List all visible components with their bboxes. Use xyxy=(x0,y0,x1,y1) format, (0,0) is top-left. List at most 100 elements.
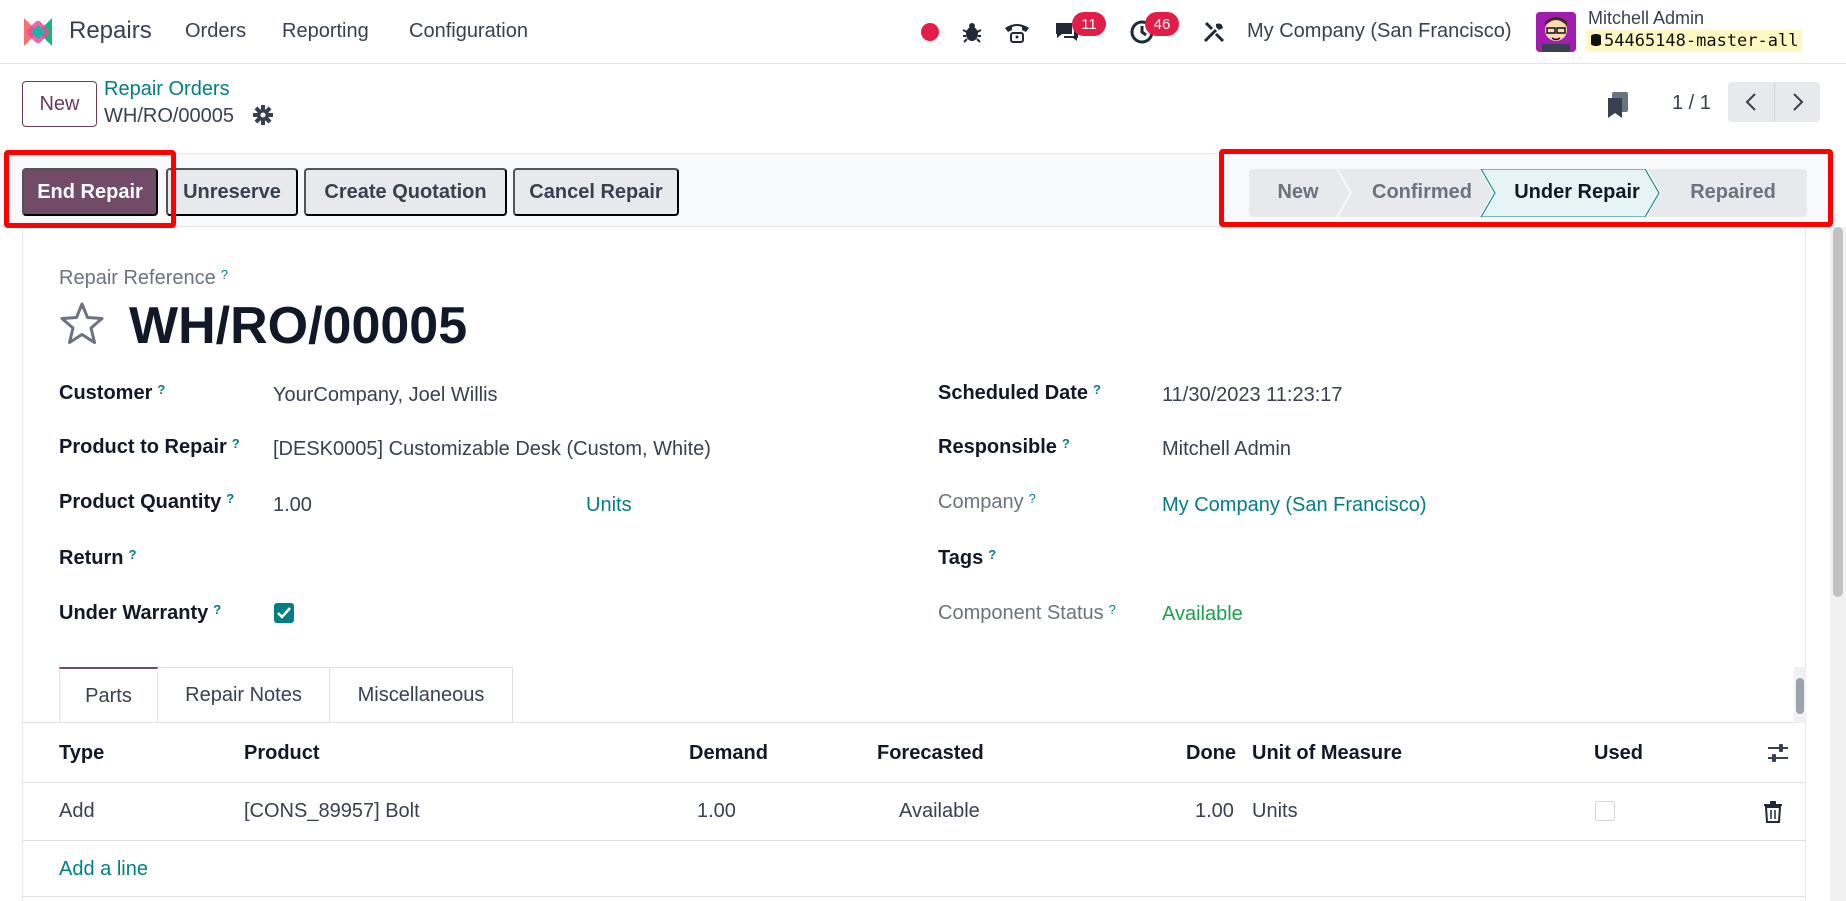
database-name-text: 54465148-master-all xyxy=(1604,31,1799,51)
column-demand[interactable]: Demand xyxy=(689,742,768,765)
help-tooltip-icon[interactable]: ? xyxy=(1109,602,1116,617)
tags-label-text: Tags xyxy=(938,547,984,569)
breadcrumb-repair-orders[interactable]: Repair Orders xyxy=(104,78,230,101)
recording-dot-icon[interactable] xyxy=(914,16,946,48)
stage-highlight xyxy=(1219,149,1833,227)
phone-icon[interactable] xyxy=(1001,16,1033,48)
new-record-button[interactable]: New xyxy=(22,81,97,127)
record-title: WH/RO/00005 xyxy=(129,297,468,355)
product-quantity-label: Product Quantity? xyxy=(59,491,234,514)
scheduled-date-label: Scheduled Date? xyxy=(938,382,1101,405)
header-divider xyxy=(22,782,1806,783)
tab-divider xyxy=(22,722,1806,723)
company-switcher[interactable]: My Company (San Francisco) xyxy=(1247,20,1512,43)
activity-count-badge: 46 xyxy=(1145,12,1179,36)
trash-icon[interactable] xyxy=(1763,801,1783,823)
component-status-label: Component Status? xyxy=(938,602,1116,625)
product-to-repair-field[interactable]: [DESK0005] Customizable Desk (Custom, Wh… xyxy=(273,438,711,461)
page-scrollbar-thumb[interactable] xyxy=(1833,227,1843,597)
product-quantity-label-text: Product Quantity xyxy=(59,491,222,513)
row-product[interactable]: [CONS_89957] Bolt xyxy=(244,800,420,823)
end-repair-highlight xyxy=(4,150,176,228)
product-to-repair-label-text: Product to Repair xyxy=(59,436,227,458)
column-done[interactable]: Done xyxy=(1186,742,1236,765)
under-warranty-checkbox[interactable] xyxy=(274,603,294,623)
product-uom-field[interactable]: Units xyxy=(586,494,632,517)
tab-miscellaneous[interactable]: Miscellaneous xyxy=(330,667,513,723)
column-product[interactable]: Product xyxy=(244,742,320,765)
pager-previous-button[interactable] xyxy=(1728,82,1774,122)
customer-label: Customer? xyxy=(59,382,165,405)
help-tooltip-icon[interactable]: ? xyxy=(988,547,996,562)
return-label: Return? xyxy=(59,547,136,570)
customer-field[interactable]: YourCompany, Joel Willis xyxy=(273,384,498,407)
menu-orders[interactable]: Orders xyxy=(185,20,246,43)
component-status-label-text: Component Status xyxy=(938,602,1104,624)
return-label-text: Return xyxy=(59,547,124,569)
breadcrumb-current-record: WH/RO/00005 xyxy=(104,105,235,127)
tags-label: Tags? xyxy=(938,547,996,570)
help-tooltip-icon[interactable]: ? xyxy=(157,382,165,397)
customer-label-text: Customer xyxy=(59,382,153,404)
row-divider xyxy=(22,840,1806,841)
table-bottom-divider xyxy=(22,896,1806,897)
debug-bug-icon[interactable] xyxy=(956,16,988,48)
column-unit-of-measure[interactable]: Unit of Measure xyxy=(1252,742,1402,765)
row-type[interactable]: Add xyxy=(59,800,95,823)
chatter-toggle-icon[interactable] xyxy=(1605,90,1631,120)
user-name[interactable]: Mitchell Admin xyxy=(1588,8,1704,29)
repair-reference-label: Repair Reference? xyxy=(59,267,228,290)
menu-reporting[interactable]: Reporting xyxy=(282,20,369,43)
responsible-field[interactable]: Mitchell Admin xyxy=(1162,438,1291,461)
product-to-repair-label: Product to Repair? xyxy=(59,436,240,459)
checkmark-icon xyxy=(277,607,291,619)
column-used[interactable]: Used xyxy=(1594,742,1643,765)
pager-value[interactable]: 1 / 1 xyxy=(1672,92,1711,115)
company-label: Company? xyxy=(938,491,1036,514)
repair-reference-label-text: Repair Reference xyxy=(59,267,216,289)
product-quantity-field[interactable]: 1.00 xyxy=(273,494,312,517)
optional-columns-icon[interactable] xyxy=(1767,742,1789,764)
help-tooltip-icon[interactable]: ? xyxy=(213,602,221,617)
row-used-checkbox[interactable] xyxy=(1595,801,1615,821)
help-tooltip-icon[interactable]: ? xyxy=(221,267,228,282)
gear-icon[interactable] xyxy=(252,104,274,126)
under-warranty-label: Under Warranty? xyxy=(59,602,221,625)
top-navbar: Repairs Orders Reporting Configuration 1… xyxy=(0,0,1846,64)
user-avatar[interactable] xyxy=(1536,12,1576,52)
chevron-left-icon xyxy=(1745,93,1756,111)
help-tooltip-icon[interactable]: ? xyxy=(232,436,240,451)
scheduled-date-label-text: Scheduled Date xyxy=(938,382,1089,404)
help-tooltip-icon[interactable]: ? xyxy=(1029,491,1036,506)
row-done[interactable]: 1.00 xyxy=(1195,800,1234,823)
unreserve-button[interactable]: Unreserve xyxy=(166,168,298,216)
under-warranty-label-text: Under Warranty xyxy=(59,602,209,624)
company-label-text: Company xyxy=(938,491,1024,513)
chat-count-badge: 11 xyxy=(1072,12,1106,36)
column-type[interactable]: Type xyxy=(59,742,104,765)
repairs-app-logo-icon[interactable] xyxy=(20,14,56,50)
help-tooltip-icon[interactable]: ? xyxy=(226,491,234,506)
tab-parts[interactable]: Parts xyxy=(59,667,158,723)
responsible-label-text: Responsible xyxy=(938,436,1057,458)
component-status-field: Available xyxy=(1162,603,1243,625)
tools-icon[interactable] xyxy=(1198,16,1230,48)
menu-configuration[interactable]: Configuration xyxy=(409,20,528,43)
chevron-right-icon xyxy=(1792,93,1803,111)
column-forecasted[interactable]: Forecasted xyxy=(877,742,984,765)
add-line-link[interactable]: Add a line xyxy=(59,858,148,881)
company-field[interactable]: My Company (San Francisco) xyxy=(1162,494,1427,517)
row-demand[interactable]: 1.00 xyxy=(697,800,736,823)
tab-repair-notes[interactable]: Repair Notes xyxy=(158,667,330,723)
cancel-repair-button[interactable]: Cancel Repair xyxy=(513,168,679,216)
help-tooltip-icon[interactable]: ? xyxy=(1062,436,1070,451)
star-icon[interactable] xyxy=(58,300,106,348)
notebook-scrollbar-thumb[interactable] xyxy=(1796,678,1804,714)
row-uom[interactable]: Units xyxy=(1252,800,1298,823)
scheduled-date-field[interactable]: 11/30/2023 11:23:17 xyxy=(1162,384,1343,407)
help-tooltip-icon[interactable]: ? xyxy=(1093,382,1101,397)
pager-next-button[interactable] xyxy=(1774,82,1820,122)
create-quotation-button[interactable]: Create Quotation xyxy=(304,168,507,216)
app-name[interactable]: Repairs xyxy=(69,17,152,45)
help-tooltip-icon[interactable]: ? xyxy=(128,547,136,562)
